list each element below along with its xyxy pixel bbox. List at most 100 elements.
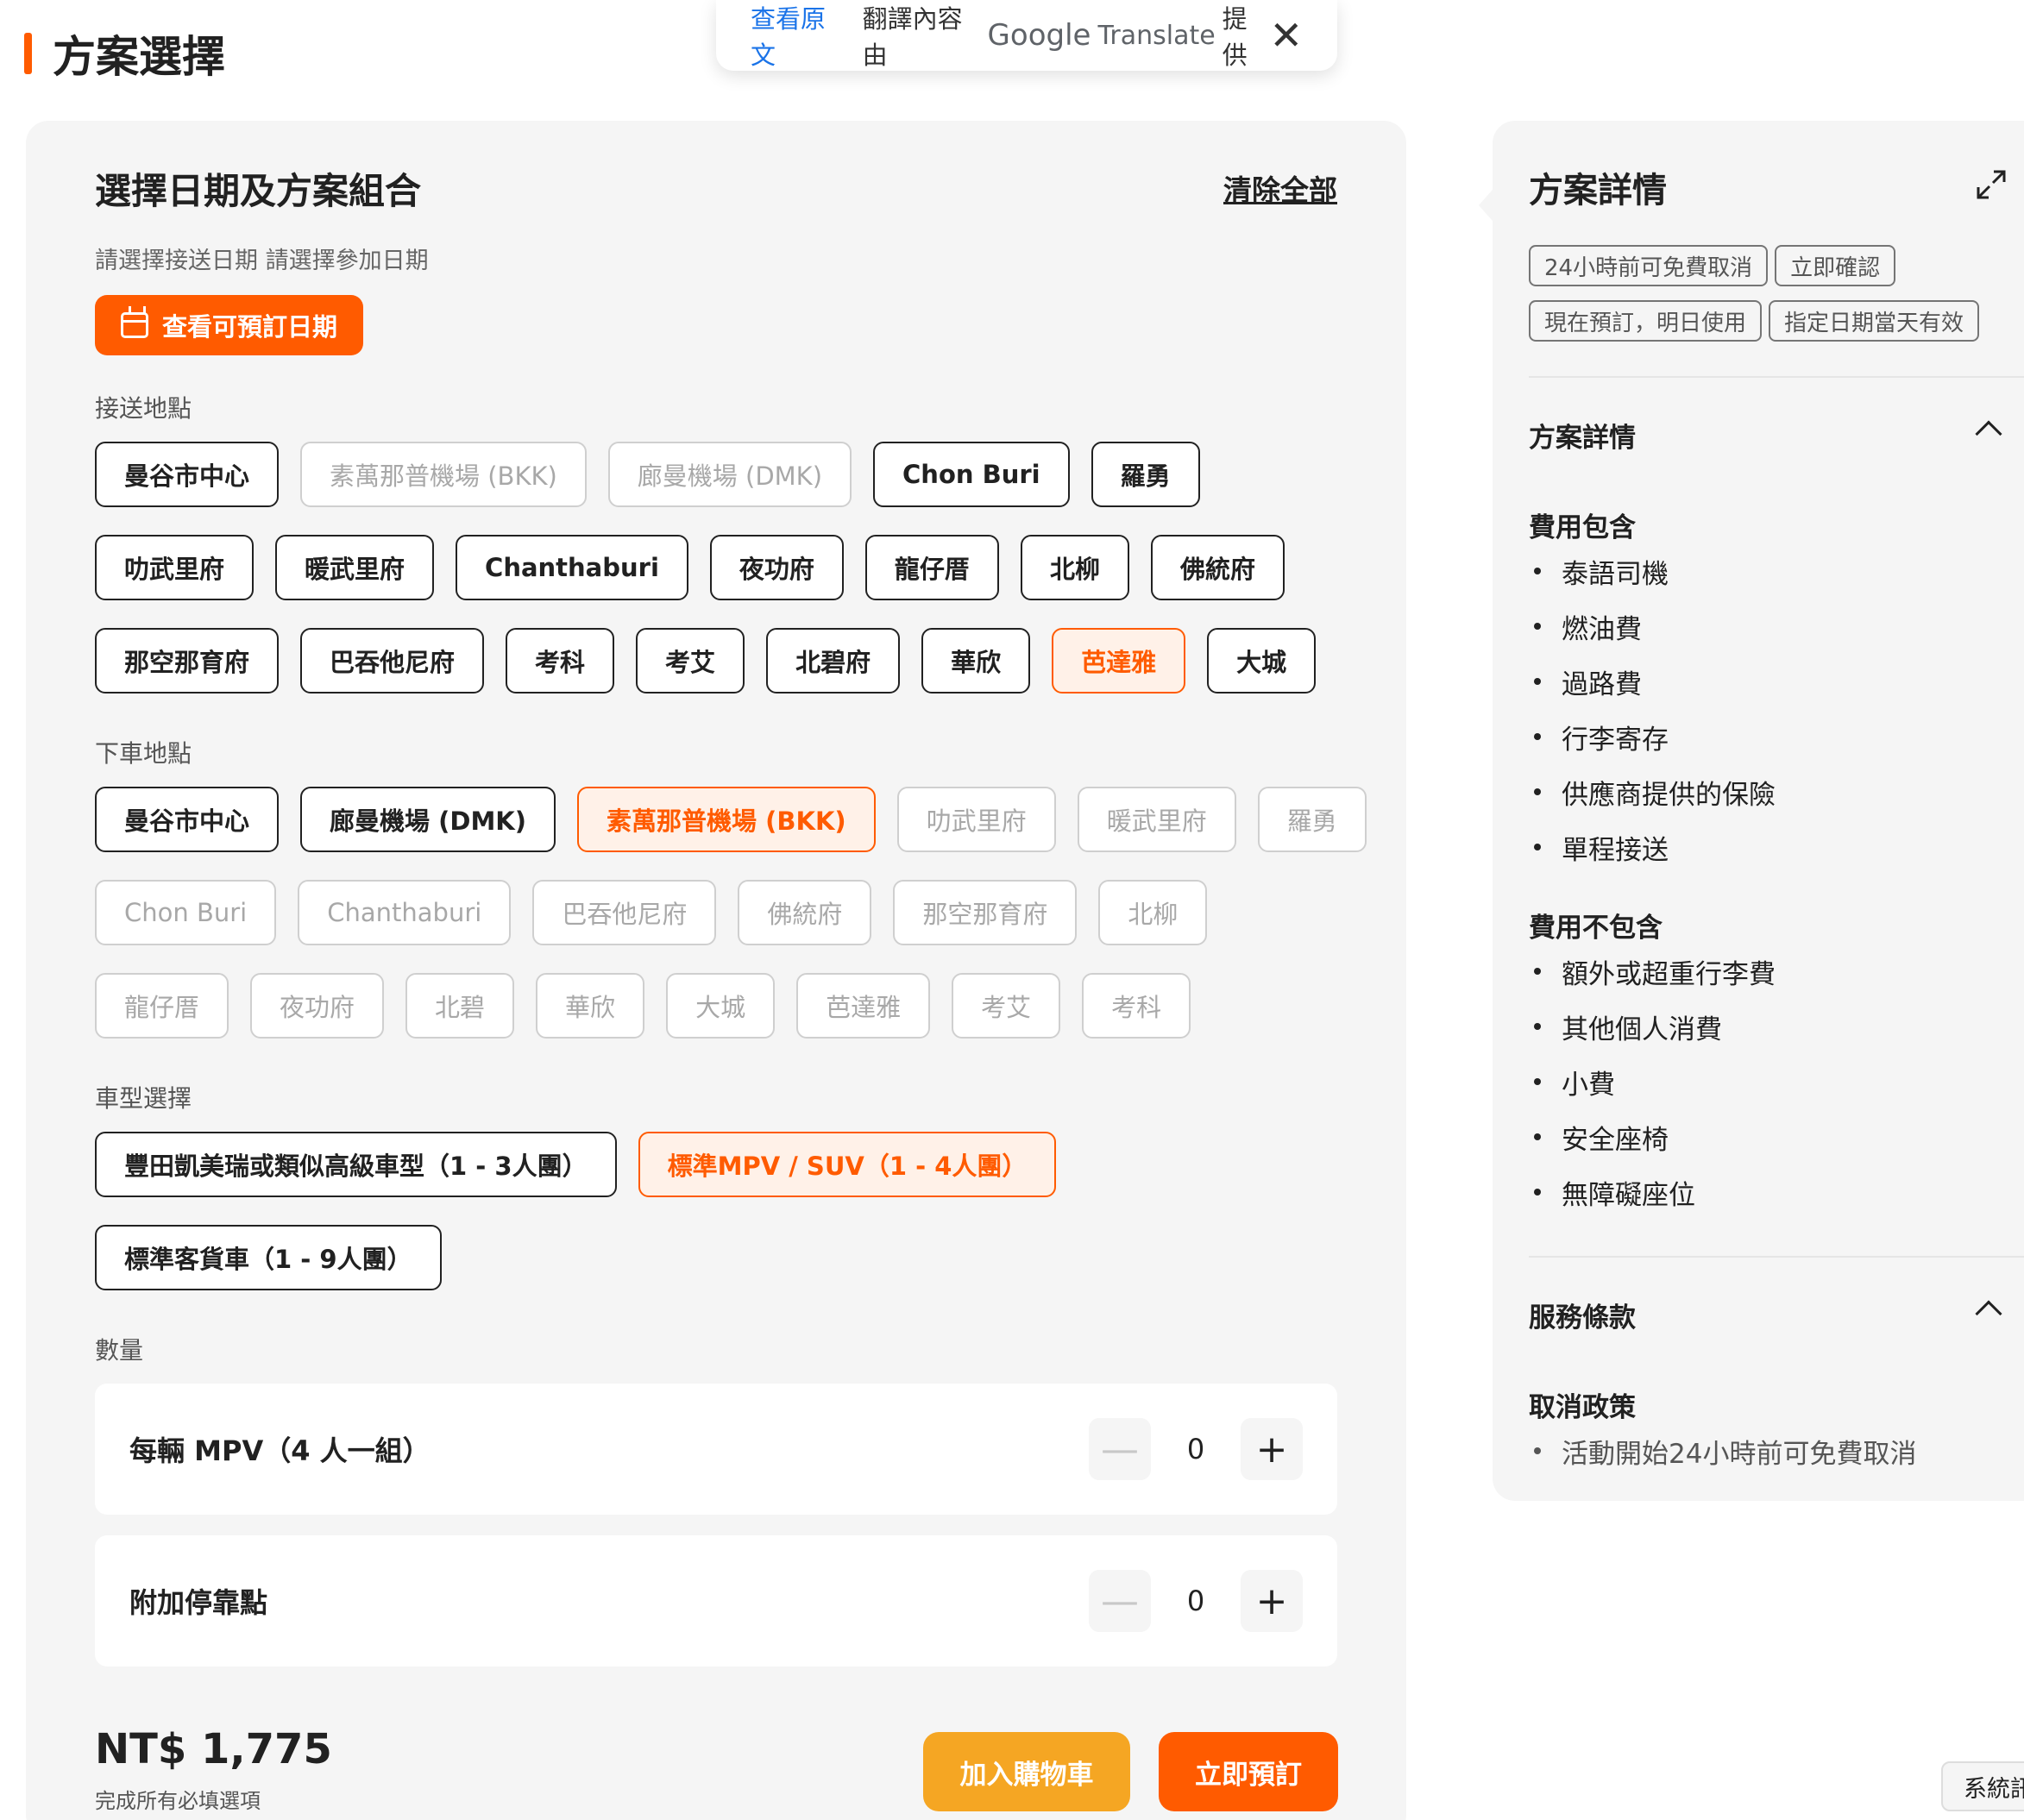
option-chip: 廊曼機場 (DMK): [607, 442, 852, 507]
pickup-label: 接送地點: [95, 394, 192, 423]
clear-all-link[interactable]: 清除全部: [1223, 167, 1337, 209]
feature-tag: 24小時前可免費取消: [1529, 245, 1769, 286]
included-list: 泰語司機 燃油費 過路費 行李寄存 供應商提供的保險 單程接送: [1529, 543, 1776, 875]
translate-word: Translate: [1097, 20, 1216, 51]
option-chip[interactable]: 曼谷市中心: [95, 442, 280, 507]
list-item: 額外或超重行李費: [1529, 944, 1776, 999]
add-to-cart-button[interactable]: 加入購物車: [923, 1732, 1130, 1811]
list-item: 安全座椅: [1529, 1109, 1776, 1164]
package-selector-panel: 選擇日期及方案組合 清除全部 請選擇接送日期 請選擇參加日期 查看可預訂日期 接…: [26, 121, 1406, 1820]
system-message-button[interactable]: 系統訊息: [1941, 1761, 2024, 1811]
vehicle-row-2: 標準客貨車（1 - 9人團）: [95, 1225, 442, 1290]
option-chip[interactable]: Chon Buri: [873, 442, 1070, 507]
close-icon[interactable]: ✕: [1269, 16, 1303, 55]
selector-title: 選擇日期及方案組合: [95, 170, 422, 212]
option-chip: 叻武里府: [896, 787, 1056, 852]
chevron-up-icon[interactable]: [1975, 420, 2002, 448]
list-item: 供應商提供的保險: [1529, 764, 1776, 819]
list-item: 燃油費: [1529, 599, 1776, 654]
expand-icon[interactable]: [1976, 169, 2007, 200]
option-chip: 素萬那普機場 (BKK): [300, 442, 587, 507]
quantity-stepper: — 0 +: [1089, 1418, 1303, 1480]
title-accent-bar: [24, 33, 32, 74]
option-chip[interactable]: 標準客貨車（1 - 9人團）: [95, 1225, 442, 1290]
feature-tag: 立即確認: [1775, 245, 1896, 286]
view-dates-button[interactable]: 查看可預訂日期: [95, 295, 364, 355]
list-item: 泰語司機: [1529, 543, 1776, 599]
page-title: 方案選擇: [53, 32, 225, 82]
option-chip[interactable]: 龍仔厝: [864, 535, 999, 600]
option-chip: 那空那育府: [893, 880, 1078, 945]
option-chip[interactable]: 華欣: [921, 628, 1031, 693]
increment-button[interactable]: +: [1241, 1418, 1303, 1480]
option-chip: 夜功府: [250, 973, 385, 1039]
terms-accordion[interactable]: 服務條款: [1529, 1296, 1636, 1334]
decrement-button[interactable]: —: [1089, 1570, 1151, 1632]
dropoff-row-3: 龍仔厝 夜功府 北碧 華欣 大城 芭達雅 考艾 考科: [95, 973, 1191, 1039]
feature-tag: 指定日期當天有效: [1769, 300, 1980, 342]
option-chip: Chon Buri: [95, 880, 277, 945]
option-chip[interactable]: 佛統府: [1150, 535, 1285, 600]
translate-bar: 查看原文 翻譯內容由 Google Translate 提供 ✕: [716, 0, 1337, 71]
quantity-value: 0: [1186, 1433, 1205, 1465]
quantity-item-label: 每輛 MPV（4 人一組）: [129, 1434, 431, 1467]
feature-tag: 現在預訂，明日使用: [1529, 300, 1763, 342]
book-now-button[interactable]: 立即預訂: [1159, 1732, 1338, 1811]
option-chip[interactable]: 巴吞他尼府: [300, 628, 485, 693]
view-dates-label: 查看可預訂日期: [162, 312, 338, 342]
pickup-row-1: 曼谷市中心 素萬那普機場 (BKK) 廊曼機場 (DMK) Chon Buri 羅勇: [95, 442, 1200, 507]
quantity-row-mpv: 每輛 MPV（4 人一組） — 0 +: [95, 1384, 1337, 1515]
option-chip[interactable]: 叻武里府: [95, 535, 255, 600]
cancel-policy-list: 活動開始24小時前可免費取消: [1529, 1423, 1916, 1478]
option-chip: 龍仔厝: [95, 973, 229, 1039]
provided-text: 提供: [1222, 4, 1248, 70]
option-chip: 北碧: [405, 973, 515, 1039]
option-chip[interactable]: 芭達雅: [1052, 628, 1186, 693]
divider: [1529, 1256, 2024, 1258]
list-item: 無障礙座位: [1529, 1164, 1776, 1220]
option-chip[interactable]: 羅勇: [1091, 442, 1200, 507]
vehicle-row-1: 豐田凱美瑞或類似高級車型（1 - 3人團） 標準MPV / SUV（1 - 4人團…: [95, 1132, 1057, 1197]
option-chip[interactable]: 標準MPV / SUV（1 - 4人團）: [638, 1132, 1057, 1197]
option-chip: 佛統府: [738, 880, 872, 945]
option-chip[interactable]: 曼谷市中心: [95, 787, 280, 852]
plan-details-accordion[interactable]: 方案詳情: [1529, 416, 1636, 455]
option-chip: 考科: [1082, 973, 1191, 1039]
decrement-button[interactable]: —: [1089, 1418, 1151, 1480]
option-chip[interactable]: 北碧府: [766, 628, 901, 693]
option-chip: 北柳: [1098, 880, 1208, 945]
divider: [1529, 376, 2024, 378]
option-chip[interactable]: 素萬那普機場 (BKK): [577, 787, 876, 852]
list-item: 行李寄存: [1529, 709, 1776, 764]
quantity-stepper: — 0 +: [1089, 1570, 1303, 1632]
option-chip[interactable]: 考科: [506, 628, 615, 693]
list-item: 活動開始24小時前可免費取消: [1529, 1423, 1916, 1478]
view-original-link[interactable]: 查看原文: [751, 0, 845, 72]
option-chip[interactable]: 豐田凱美瑞或類似高級車型（1 - 3人團）: [95, 1132, 617, 1197]
option-chip: 芭達雅: [796, 973, 931, 1039]
list-item: 過路費: [1529, 654, 1776, 709]
option-chip[interactable]: 廊曼機場 (DMK): [300, 787, 556, 852]
quantity-label: 數量: [95, 1336, 144, 1365]
option-chip[interactable]: 考艾: [636, 628, 745, 693]
option-chip[interactable]: 大城: [1207, 628, 1317, 693]
cancel-policy-title: 取消政策: [1529, 1392, 1636, 1423]
chevron-up-icon[interactable]: [1975, 1300, 2002, 1327]
option-chip[interactable]: 那空那育府: [95, 628, 280, 693]
quantity-value: 0: [1186, 1585, 1205, 1617]
option-chip[interactable]: 暖武里府: [275, 535, 435, 600]
option-chip: 華欣: [536, 973, 645, 1039]
feature-tags: 24小時前可免費取消 立即確認 現在預訂，明日使用 指定日期當天有效: [1529, 245, 2021, 342]
total-price: NT$ 1,775: [95, 1725, 332, 1773]
increment-button[interactable]: +: [1241, 1570, 1303, 1632]
included-title: 費用包含: [1529, 512, 1636, 543]
google-logo: Google: [987, 18, 1091, 53]
panel-pointer: [1479, 190, 1493, 221]
option-chip[interactable]: 北柳: [1020, 535, 1129, 600]
option-chip[interactable]: 夜功府: [709, 535, 844, 600]
option-chip[interactable]: Chanthaburi: [456, 535, 688, 600]
quantity-row-extra-stop: 附加停靠點 — 0 +: [95, 1535, 1337, 1666]
dropoff-label: 下車地點: [95, 739, 192, 768]
section-title: 方案選擇: [24, 26, 225, 82]
list-item: 單程接送: [1529, 819, 1776, 875]
